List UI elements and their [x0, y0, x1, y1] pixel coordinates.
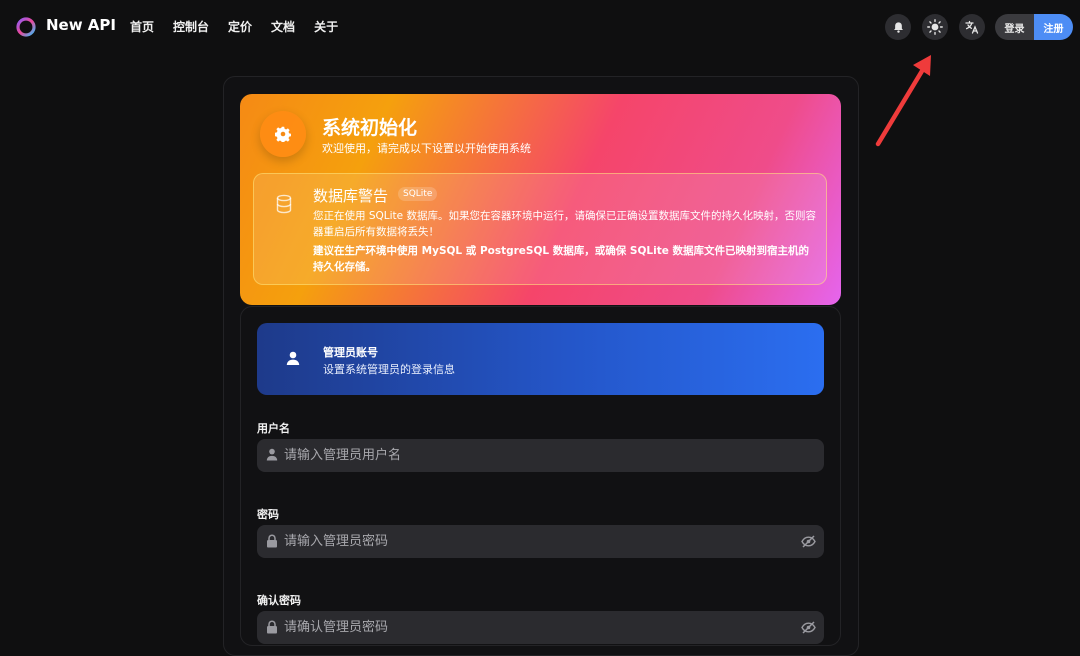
nav-docs[interactable]: 文档	[271, 18, 295, 35]
password-input[interactable]	[284, 525, 784, 558]
user-icon	[286, 351, 300, 365]
app-title[interactable]: New API	[46, 16, 116, 34]
nav-about[interactable]: 关于	[314, 18, 338, 35]
username-label: 用户名	[257, 422, 290, 435]
warning-text: 您正在使用 SQLite 数据库。如果您在容器环境中运行，请确保已正确设置数据库…	[313, 210, 816, 238]
confirm-password-input[interactable]	[284, 611, 784, 644]
sun-icon	[927, 19, 943, 35]
admin-section-subtitle: 设置系统管理员的登录信息	[323, 363, 455, 376]
translate-icon	[965, 20, 979, 34]
password-label: 密码	[257, 508, 279, 521]
page-title: 系统初始化	[322, 117, 418, 139]
bell-icon	[893, 21, 903, 33]
username-field[interactable]	[257, 439, 824, 472]
top-bar: New API 首页 控制台 定价 文档 关于 登录 注册	[0, 0, 1080, 54]
eye-off-icon[interactable]	[801, 535, 816, 548]
language-button[interactable]	[959, 14, 985, 40]
app-logo-icon[interactable]	[16, 17, 36, 37]
user-icon	[266, 448, 278, 461]
settings-badge	[260, 111, 306, 157]
annotation-arrow-icon	[875, 55, 931, 147]
admin-section-header: 管理员账号 设置系统管理员的登录信息	[257, 323, 824, 395]
main-nav: 首页 控制台 定价 文档 关于	[130, 18, 338, 35]
gear-icon	[275, 126, 291, 142]
notification-button[interactable]	[885, 14, 911, 40]
lock-icon	[267, 620, 277, 634]
hero-banner: 系统初始化 欢迎使用，请完成以下设置以开始使用系统 数据库警告 SQLite 您…	[240, 94, 841, 305]
nav-console[interactable]: 控制台	[173, 18, 209, 35]
auth-buttons: 登录 注册	[995, 14, 1073, 40]
eye-off-icon[interactable]	[801, 621, 816, 634]
confirm-password-field[interactable]	[257, 611, 824, 644]
password-field[interactable]	[257, 525, 824, 558]
page-subtitle: 欢迎使用，请完成以下设置以开始使用系统	[322, 142, 531, 155]
warning-recommendation: 建议在生产环境中使用 MySQL 或 PostgreSQL 数据库，或确保 SQ…	[313, 245, 809, 273]
nav-pricing[interactable]: 定价	[228, 18, 252, 35]
username-input[interactable]	[284, 439, 784, 472]
login-button[interactable]: 登录	[995, 14, 1034, 40]
register-button[interactable]: 注册	[1034, 14, 1073, 40]
admin-section-title: 管理员账号	[323, 346, 378, 359]
lock-icon	[267, 534, 277, 548]
database-warning: 数据库警告 SQLite 您正在使用 SQLite 数据库。如果您在容器环境中运…	[253, 173, 827, 285]
db-type-badge: SQLite	[398, 187, 438, 201]
database-icon	[276, 194, 292, 214]
nav-home[interactable]: 首页	[130, 18, 154, 35]
confirm-password-label: 确认密码	[257, 594, 301, 607]
warning-title: 数据库警告	[313, 187, 389, 205]
theme-toggle-button[interactable]	[922, 14, 948, 40]
